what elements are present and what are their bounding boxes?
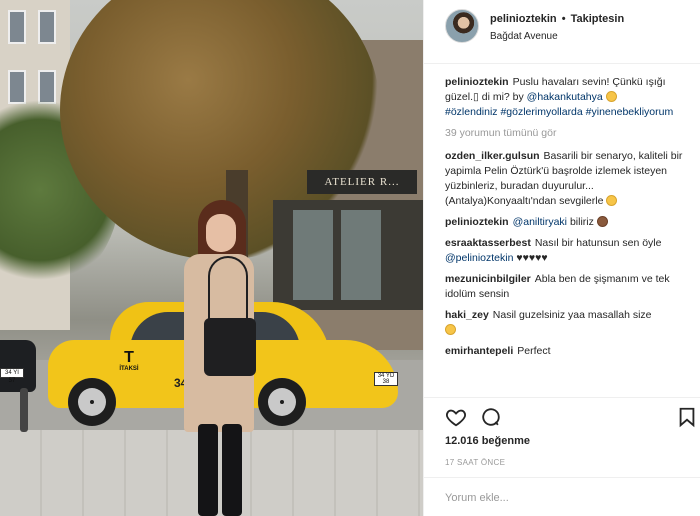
window xyxy=(8,10,26,44)
comment-item: mezunicinbilgiler Abla ben de şişmanım ve… xyxy=(445,272,689,302)
comment-text: Nasıl bir hatunsun sen öyle xyxy=(534,237,662,249)
wheel xyxy=(68,378,116,426)
comment-icon[interactable] xyxy=(480,406,502,428)
post-panel: pelinioztekin • Takiptesin Bağdat Avenue… xyxy=(423,0,700,516)
boot xyxy=(222,424,242,516)
comment-item: emirhantepeli Perfect xyxy=(445,344,689,359)
avatar[interactable] xyxy=(445,9,479,43)
comment-username[interactable]: pelinioztekin xyxy=(445,216,509,228)
shop-sign: ATELIER R... xyxy=(307,170,417,194)
window xyxy=(38,10,56,44)
comment-item: pelinioztekin @aniltiryaki biliriz xyxy=(445,215,689,230)
smiley-icon xyxy=(605,91,617,102)
caption-hashtags[interactable]: #özlendiniz #gözlerimyollarda #yinenebek… xyxy=(445,106,673,118)
caption-username[interactable]: pelinioztekin xyxy=(445,76,509,88)
header-username-row: pelinioztekin • Takiptesin xyxy=(490,13,624,25)
taxi-logo-text: İTAKSİ xyxy=(119,366,139,372)
caption-mention[interactable]: @hakankutahya xyxy=(527,91,603,103)
following-status[interactable]: Takiptesin xyxy=(571,13,625,25)
comment-username[interactable]: esraaktasserbest xyxy=(445,237,531,249)
comment-username[interactable]: mezunicinbilgiler xyxy=(445,273,531,285)
comments-list[interactable]: pelinioztekin Puslu havaları sevin! Çünkü… xyxy=(424,65,700,397)
person-emoji-icon xyxy=(596,216,608,227)
comment-text: Nasil guzelsiniz yaa masallah size xyxy=(492,309,652,321)
instagram-post: ATELIER R... 34 YI 57 T İTAKSİ 34 34 YD … xyxy=(0,0,700,516)
shop-window xyxy=(341,210,381,300)
face xyxy=(206,214,236,252)
taxi-logo: T İTAKSİ xyxy=(114,350,144,373)
action-bar xyxy=(424,397,700,437)
comment-mention[interactable]: @aniltiryaki xyxy=(513,216,567,228)
comment-text: Perfect xyxy=(517,345,551,357)
comment-text: biliriz xyxy=(567,216,594,228)
location-link[interactable]: Bağdat Avenue xyxy=(490,31,558,42)
taxi-logo-mark: T xyxy=(124,349,134,366)
comment-username[interactable]: ozden_ilker.gulsun xyxy=(445,150,540,162)
boot xyxy=(198,424,218,516)
taxi-plate: 34 YD 38 xyxy=(374,372,398,386)
bag-strap xyxy=(208,256,248,322)
comment-item: ozden_ilker.gulsun Basarili bir senaryo, … xyxy=(445,149,689,209)
hug-emoji-icon xyxy=(606,195,618,206)
comment-item: haki_zey Nasil guzelsiniz yaa masallah si… xyxy=(445,308,689,338)
separator-dot: • xyxy=(561,13,566,25)
bookmark-icon[interactable] xyxy=(676,406,698,428)
shopfront xyxy=(273,200,423,310)
heart-icon[interactable] xyxy=(445,406,467,428)
comment-username[interactable]: emirhantepeli xyxy=(445,345,513,357)
add-comment-bar xyxy=(424,477,700,516)
like-count[interactable]: 12.016 beğenme xyxy=(445,435,530,447)
smiley-icon xyxy=(445,324,456,335)
bollard xyxy=(20,388,28,432)
header-username[interactable]: pelinioztekin xyxy=(490,13,557,25)
view-all-comments-link[interactable]: 39 yorumun tümünü gör xyxy=(445,126,689,141)
dark-car xyxy=(0,340,36,392)
caption-text-2: di mi? by xyxy=(478,91,527,103)
comment-username[interactable]: haki_zey xyxy=(445,309,489,321)
comment-item: esraaktasserbest Nasıl bir hatunsun sen ö… xyxy=(445,236,689,266)
post-caption: pelinioztekin Puslu havaları sevin! Çünkü… xyxy=(445,75,689,120)
post-header: pelinioztekin • Takiptesin Bağdat Avenue xyxy=(424,0,700,64)
comment-input[interactable] xyxy=(445,488,685,508)
handbag xyxy=(204,318,256,376)
left-plate: 34 YI 57 xyxy=(0,368,24,384)
shop-window xyxy=(293,210,333,300)
post-photo[interactable]: ATELIER R... 34 YI 57 T İTAKSİ 34 34 YD … xyxy=(0,0,423,516)
comment-mention[interactable]: @pelinioztekin xyxy=(445,252,513,264)
hearts-emoji: ♥♥♥♥♥ xyxy=(516,252,548,264)
post-timestamp: 17 SAAT ÖNCE xyxy=(445,458,506,467)
woman-figure xyxy=(176,200,276,516)
